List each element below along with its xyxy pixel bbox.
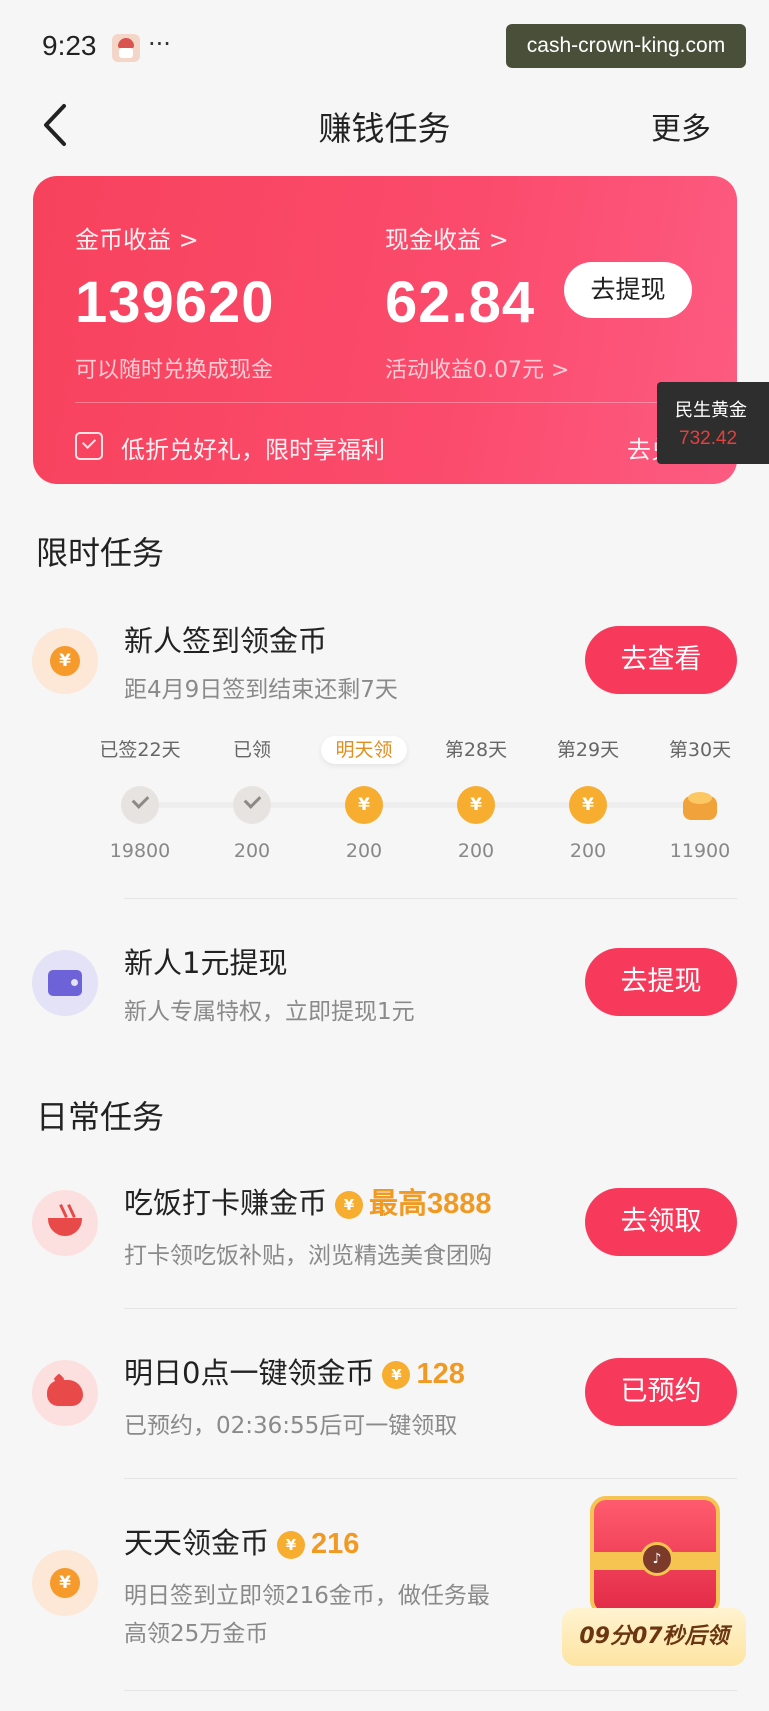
checkin-task-title: 新人签到领金币: [124, 624, 328, 658]
meal-task-desc: 打卡领吃饭补贴，浏览精选美食团购: [124, 1243, 492, 1269]
coin-earnings-label: 金币收益 >: [75, 226, 199, 254]
daily-coin-desc: 明日签到立即领216金币，做任务最: [124, 1583, 490, 1609]
piggy-bank-icon: [32, 1360, 98, 1426]
reserved-button[interactable]: 已预约: [585, 1358, 737, 1426]
checkin-day: 已领 200: [232, 739, 271, 862]
claim-meal-button[interactable]: 去领取: [585, 1188, 737, 1256]
coin-earnings-value: 139620: [75, 270, 275, 335]
coin-earnings-sub: 可以随时兑换成现金: [75, 358, 274, 383]
checkin-progress: 已签22天 19800 已领 200 明天领 ¥ 200 第28天 ¥ 200 …: [90, 736, 750, 862]
card-divider: [75, 402, 707, 403]
coin-icon: ¥: [457, 786, 495, 824]
checkin-day: 第29天 ¥ 200: [556, 739, 620, 862]
coin-earnings[interactable]: 金币收益 > 139620 可以随时兑换成现金: [75, 220, 275, 384]
limited-tasks-title: 限时任务: [36, 534, 165, 572]
gift-exchange-row[interactable]: 低折兑好礼，限时享福利 去兑换: [75, 428, 715, 464]
coin-icon: ¥: [569, 786, 607, 824]
midnight-reward: 128: [416, 1358, 465, 1390]
checkin-day: 第28天 ¥ 200: [444, 739, 508, 862]
midnight-task-desc: 已预约，02:36:55后可一键领取: [124, 1413, 458, 1439]
checkin-day: 第30天 11900: [668, 739, 732, 862]
nav-bar: 赚钱任务 更多: [0, 90, 769, 160]
coin-icon: ¥: [382, 1361, 411, 1389]
checkin-coin-icon: ¥: [32, 628, 98, 694]
checkin-task-desc: 距4月9日签到结束还剩7天: [124, 677, 398, 703]
coin-icon: ¥: [345, 786, 383, 824]
withdraw-task-title: 新人1元提现: [124, 946, 288, 980]
meal-reward: 3888: [427, 1188, 492, 1220]
meal-reward-prefix: 最高: [369, 1188, 428, 1220]
wallet-icon: [32, 950, 98, 1016]
withdraw-task-desc: 新人专属特权，立即提现1元: [124, 999, 415, 1025]
coin-icon: ¥: [335, 1191, 364, 1219]
activity-earnings-link[interactable]: 活动收益0.07元 >: [385, 352, 569, 384]
treasure-chest[interactable]: ♪ 09分07秒后领: [562, 1490, 746, 1676]
divider: [124, 1478, 737, 1479]
daily-coin-title: 天天领金币 ¥216: [124, 1526, 360, 1560]
divider: [124, 898, 737, 899]
cash-earnings-label: 现金收益 >: [385, 226, 509, 254]
gold-price-label: 民生黄金: [675, 400, 747, 421]
coin-icon: ¥: [277, 1531, 306, 1559]
divider: [124, 1690, 737, 1691]
daily-coin-desc-line2: 高领25万金币: [124, 1621, 269, 1647]
withdraw-cash-button[interactable]: 去提现: [564, 262, 692, 318]
cash-earnings[interactable]: 现金收益 > 62.84 活动收益0.07元 >: [385, 220, 569, 384]
more-button[interactable]: 更多: [651, 104, 711, 148]
check-icon: [233, 786, 271, 824]
earnings-card: 金币收益 > 139620 可以随时兑换成现金 现金收益 > 62.84 活动收…: [33, 176, 737, 484]
bowl-icon: [32, 1190, 98, 1256]
more-notifications-icon: ···: [148, 30, 171, 58]
midnight-task-title: 明日0点一键领金币 ¥128: [124, 1356, 465, 1390]
gift-bag-icon: [75, 432, 103, 460]
watermark: cash-crown-king.com: [506, 24, 746, 68]
meal-task-title: 吃饭打卡赚金币 ¥ 最高3888: [124, 1186, 492, 1220]
coin-pile-icon: [681, 786, 719, 824]
daily-coin-icon: ¥: [32, 1550, 98, 1616]
gift-exchange-text: 低折兑好礼，限时享福利: [121, 436, 385, 464]
check-icon: [121, 786, 159, 824]
app-notification-icon: [112, 34, 140, 62]
daily-coin-reward: 216: [311, 1528, 360, 1560]
cash-earnings-value: 62.84: [385, 270, 536, 335]
treasure-timer: 09分07秒后领: [562, 1608, 746, 1666]
gold-price-value: 732.42: [679, 428, 738, 449]
douyin-logo-icon: ♪: [640, 1542, 674, 1576]
gold-price-widget[interactable]: 民生黄金 732.42: [657, 382, 769, 464]
status-bar: 9:23 ··· cash-crown-king.com: [0, 0, 769, 90]
checkin-day[interactable]: 明天领 ¥ 200: [308, 736, 420, 862]
withdraw-one-yuan-button[interactable]: 去提现: [585, 948, 737, 1016]
divider: [124, 1308, 737, 1309]
view-checkin-button[interactable]: 去查看: [585, 626, 737, 694]
daily-tasks-title: 日常任务: [36, 1098, 165, 1136]
status-time: 9:23: [42, 30, 97, 61]
checkin-day: 已签22天 19800: [99, 739, 181, 862]
